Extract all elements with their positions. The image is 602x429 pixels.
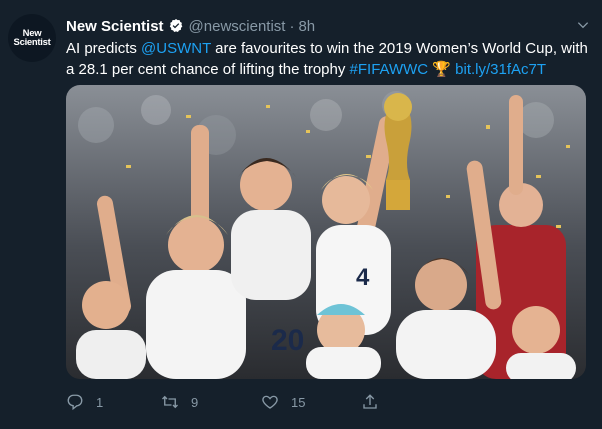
team-celebration-photo: 20 4 [66,85,586,379]
reply-count: 1 [96,394,104,410]
tweet-header: New Scientist @newscientist · 8h [66,16,592,36]
like-button[interactable]: 15 [261,393,305,411]
retweet-count: 9 [191,394,199,410]
tweet-text-part1: AI predicts [66,40,142,57]
avatar-logo-line2: Scientist [13,37,51,48]
tweet-text: AI predicts @USWNT are favourites to win… [66,38,591,80]
url-link[interactable]: bit.ly/31fAc7T [455,61,546,78]
jersey-number-20: 20 [271,324,304,357]
like-count: 15 [291,394,306,410]
jersey-number-4: 4 [356,264,370,291]
tweet-actions: 1 9 15 [66,393,586,417]
share-icon [363,394,377,409]
world-cup-trophy [384,93,412,210]
verified-badge-icon [169,19,182,32]
user-handle[interactable]: @newscientist [189,18,286,35]
avatar[interactable]: New Scientist [8,14,56,62]
chevron-down-icon[interactable] [576,18,590,32]
heart-icon [262,395,278,409]
separator-dot: · [289,17,295,35]
hashtag-link[interactable]: #FIFAWWC [350,61,429,78]
reply-button[interactable]: 1 [66,393,103,411]
trophy-emoji: 🏆 [432,61,451,78]
reply-icon [67,394,83,411]
tweet-photo[interactable]: 20 4 [66,85,586,379]
tweet-timestamp[interactable]: 8h [298,18,315,35]
retweet-button[interactable]: 9 [161,393,198,411]
mention-link[interactable]: @USWNT [141,40,211,57]
share-button[interactable] [361,393,391,411]
display-name[interactable]: New Scientist [66,18,164,35]
retweet-icon [162,395,178,409]
